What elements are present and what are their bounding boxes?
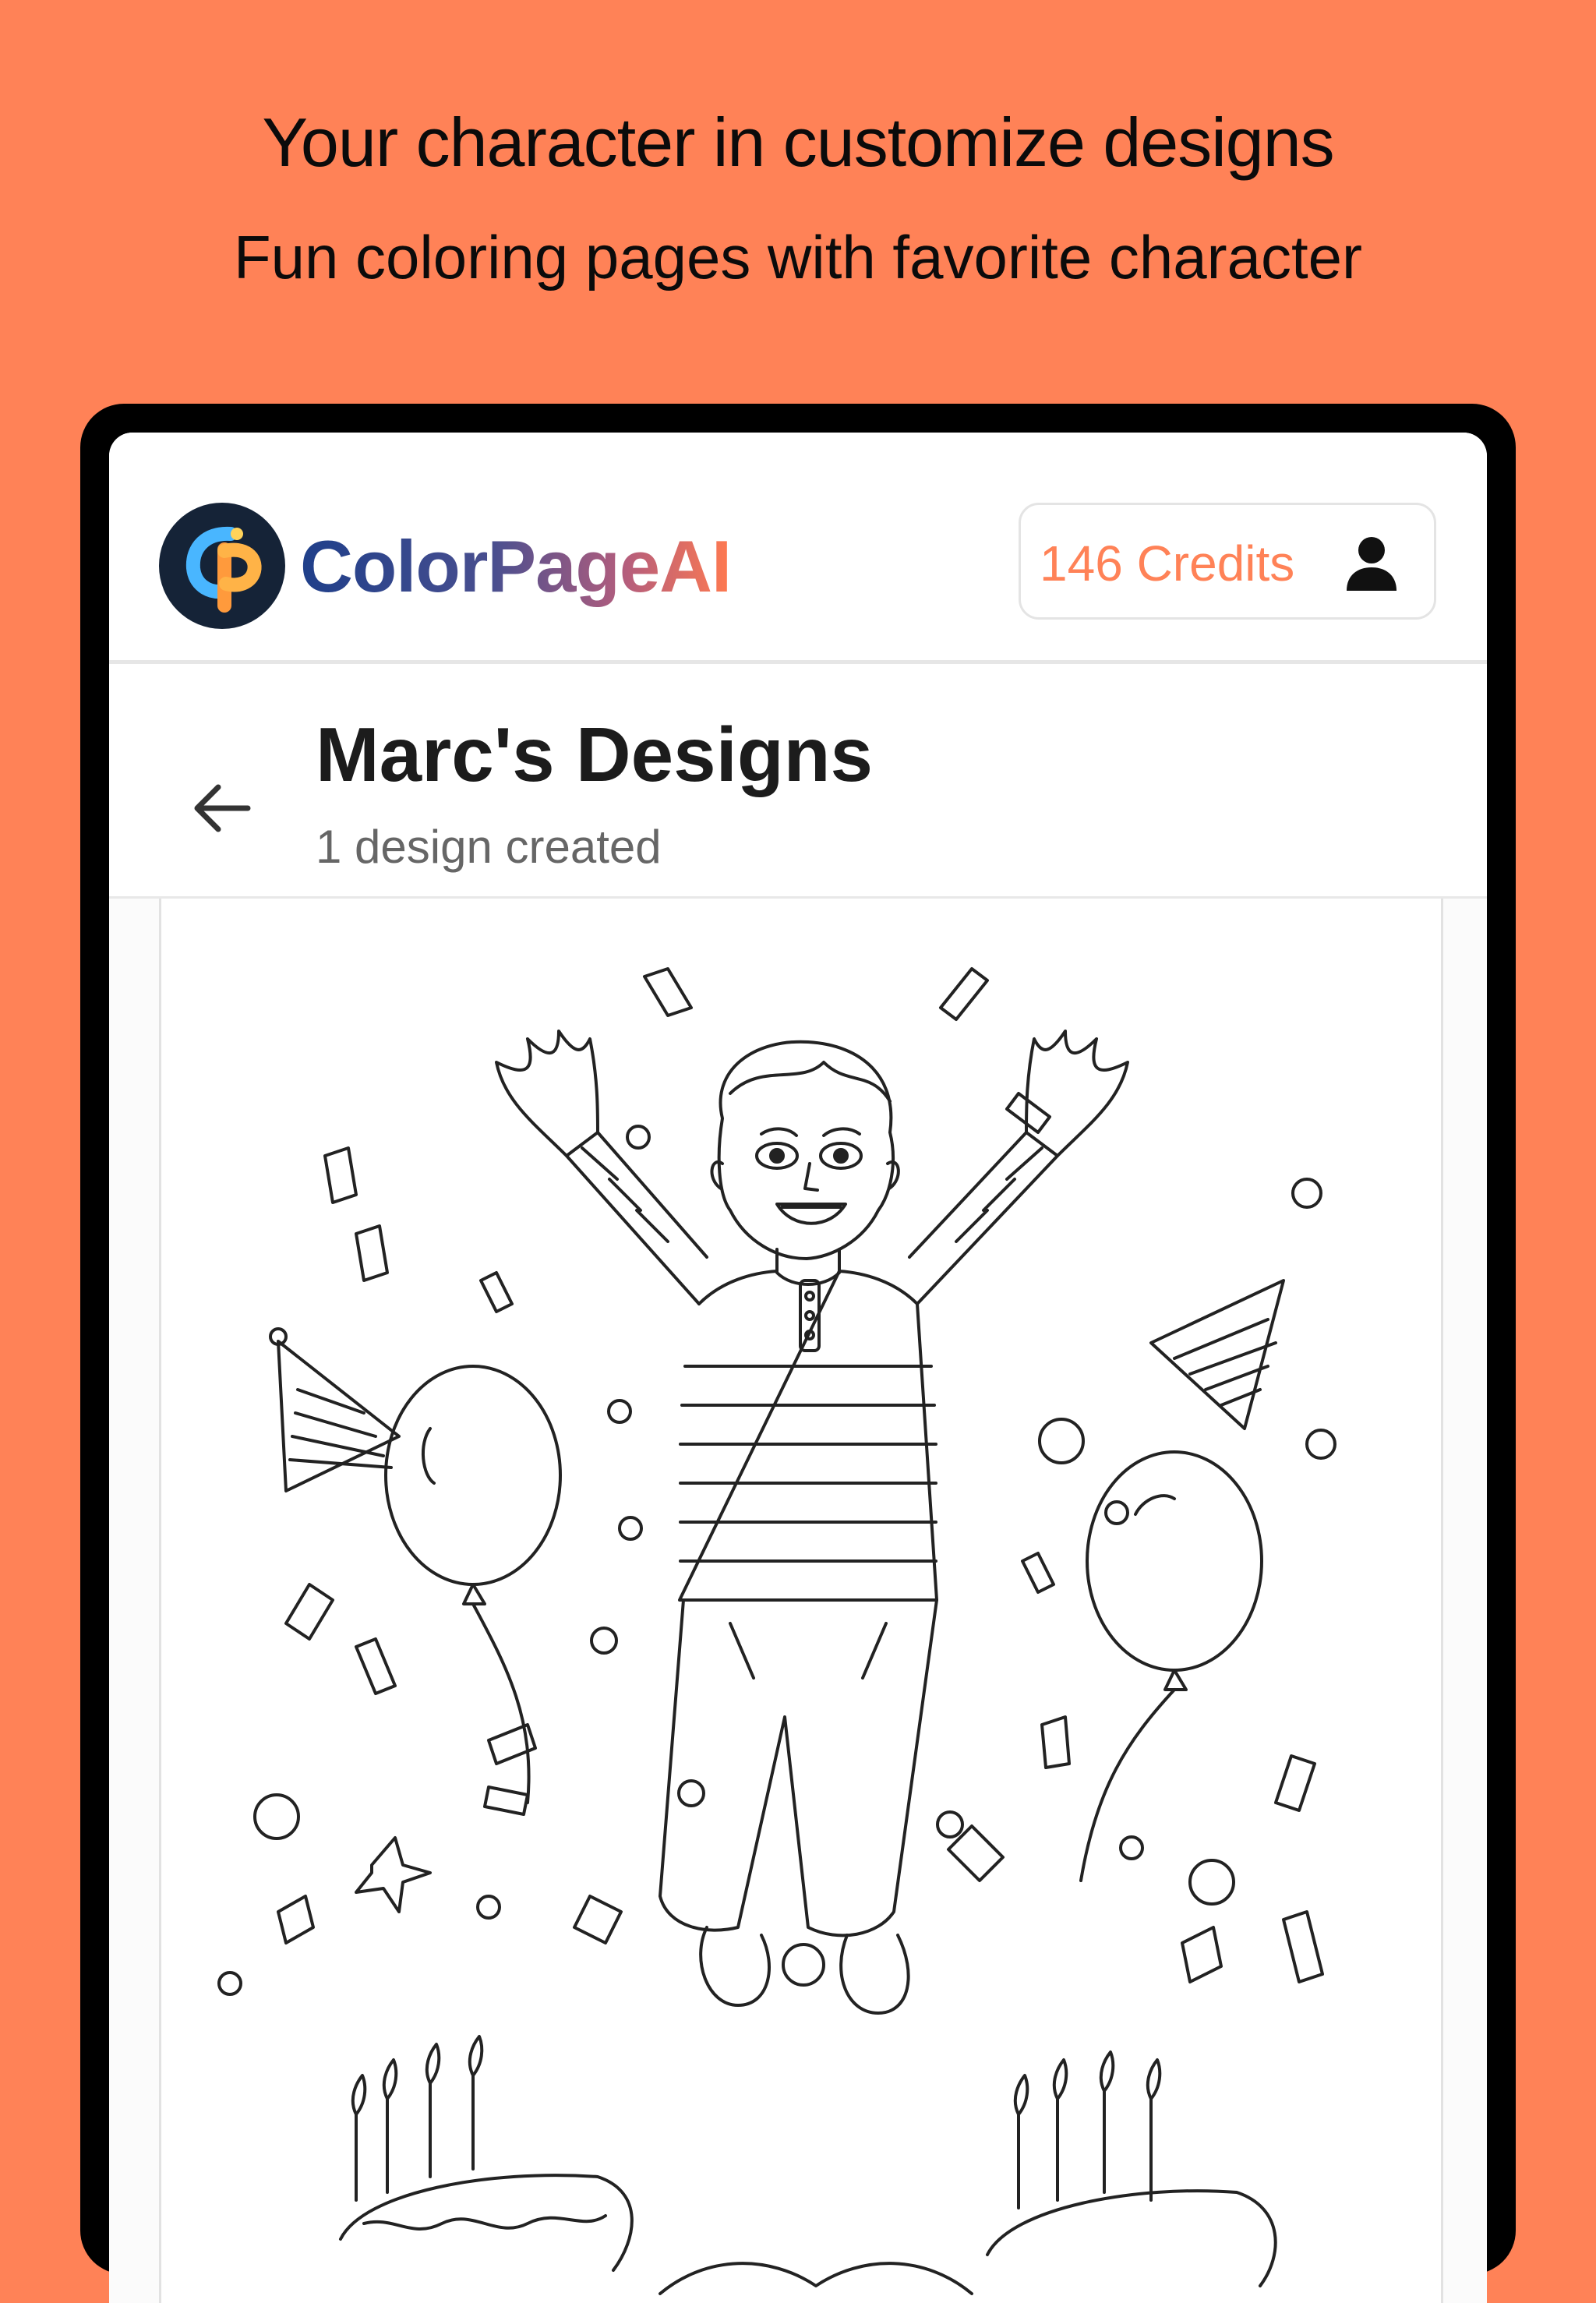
design-count: 1 design created [316, 821, 662, 873]
app-logo-text[interactable]: ColorPageAI [300, 525, 732, 609]
promo-title: Your character in customize designs [262, 104, 1334, 181]
page-header: Marc's Designs 1 design created [109, 664, 1487, 899]
promo-subtitle: Fun coloring pages with favorite charact… [233, 223, 1363, 291]
tablet-frame: ColorPageAI 146 Credits Marc's Designs 1… [80, 404, 1516, 2303]
coloring-page-image [217, 967, 1336, 2295]
app-screen: ColorPageAI 146 Credits Marc's Designs 1… [109, 433, 1487, 2303]
page-title: Marc's Designs [316, 712, 874, 797]
design-gallery [109, 899, 1487, 2303]
app-header: ColorPageAI 146 Credits [109, 433, 1487, 664]
user-icon [1347, 537, 1396, 591]
credits-label: 146 Credits [1040, 535, 1295, 592]
colorpageai-logo-icon[interactable] [159, 503, 285, 629]
credits-account-button[interactable]: 146 Credits [1019, 503, 1436, 620]
arrow-left-icon[interactable] [187, 773, 257, 843]
design-card[interactable] [159, 899, 1443, 2303]
